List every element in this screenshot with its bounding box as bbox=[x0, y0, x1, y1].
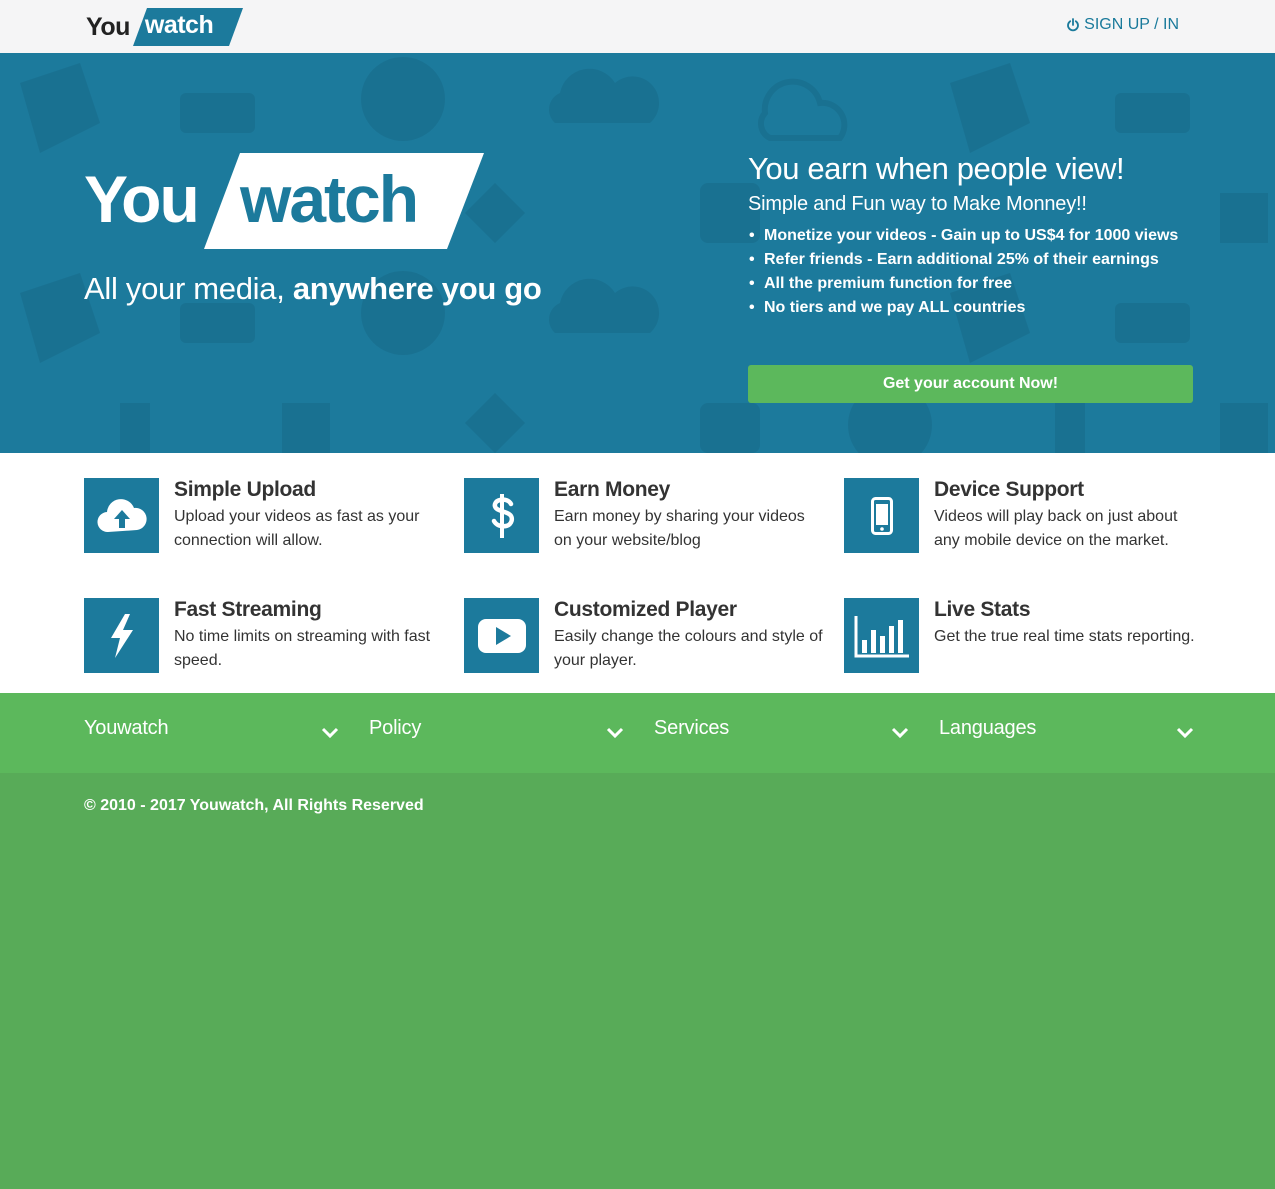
features-section: Simple Upload Upload your videos as fast… bbox=[0, 453, 1275, 693]
feature-description: No time limits on streaming with fast sp… bbox=[174, 628, 431, 669]
footer-section-label: Languages bbox=[939, 717, 1037, 739]
benefit-item: Refer friends - Earn additional 25% of t… bbox=[748, 248, 1198, 272]
feature-earn-money: Earn Money Earn money by sharing your vi… bbox=[464, 478, 824, 558]
footer-section-label: Policy bbox=[369, 717, 422, 739]
hero-logo-watch: watch bbox=[240, 162, 419, 236]
logo-you-text: You bbox=[86, 12, 130, 41]
lightning-icon bbox=[84, 598, 159, 673]
feature-description: Upload your videos as fast as your conne… bbox=[174, 508, 420, 549]
feature-fast-streaming: Fast Streaming No time limits on streami… bbox=[84, 598, 444, 678]
hero-logo: You watch bbox=[84, 153, 484, 251]
feature-title: Simple Upload bbox=[174, 478, 316, 501]
feature-description: Videos will play back on just about any … bbox=[934, 508, 1178, 549]
copyright-text: © 2010 - 2017 Youwatch, All Rights Reser… bbox=[84, 797, 424, 814]
dollar-icon bbox=[464, 478, 539, 553]
footer-bottom: © 2010 - 2017 Youwatch, All Rights Reser… bbox=[0, 773, 1275, 1189]
tagline-regular: All your media, bbox=[84, 271, 293, 306]
chevron-down-icon bbox=[606, 727, 624, 739]
mobile-icon bbox=[844, 478, 919, 553]
footer-nav: Youwatch Policy Services Languages bbox=[0, 693, 1275, 773]
logo-watch-badge: watch bbox=[132, 8, 243, 46]
cloud-upload-icon bbox=[84, 478, 159, 553]
feature-simple-upload: Simple Upload Upload your videos as fast… bbox=[84, 478, 444, 558]
tagline-bold: anywhere you go bbox=[292, 271, 542, 306]
feature-description: Get the true real time stats reporting. bbox=[934, 628, 1195, 645]
hero-pitch: You earn when people view! Simple and Fu… bbox=[748, 151, 1198, 320]
feature-customized-player: Customized Player Easily change the colo… bbox=[464, 598, 824, 678]
benefit-item: All the premium function for free bbox=[748, 272, 1198, 296]
logo-watch-text: watch bbox=[144, 11, 214, 39]
benefit-item: No tiers and we pay ALL countries bbox=[748, 296, 1198, 320]
feature-description: Easily change the colours and style of y… bbox=[554, 628, 823, 669]
footer-section-policy[interactable]: Policy bbox=[369, 717, 624, 749]
hero-subheadline: Simple and Fun way to Make Monney!! bbox=[748, 193, 1087, 215]
feature-title: Fast Streaming bbox=[174, 598, 322, 621]
feature-title: Live Stats bbox=[934, 598, 1031, 621]
benefit-item: Monetize your videos - Gain up to US$4 f… bbox=[748, 224, 1198, 248]
footer-section-label: Youwatch bbox=[84, 717, 169, 739]
benefit-list: Monetize your videos - Gain up to US$4 f… bbox=[748, 224, 1198, 320]
site-logo[interactable]: You watch bbox=[86, 7, 243, 47]
power-icon bbox=[1067, 18, 1080, 32]
footer-section-languages[interactable]: Languages bbox=[939, 717, 1194, 749]
chevron-down-icon bbox=[891, 727, 909, 739]
get-account-button[interactable]: Get your account Now! bbox=[748, 365, 1193, 403]
sign-up-in-link[interactable]: SIGN UP / IN bbox=[1066, 16, 1179, 34]
feature-device-support: Device Support Videos will play back on … bbox=[844, 478, 1204, 558]
hero-tagline: All your media, anywhere you go bbox=[84, 271, 542, 307]
bar-chart-icon bbox=[844, 598, 919, 673]
top-navbar: You watch SIGN UP / IN bbox=[0, 0, 1275, 53]
feature-title: Earn Money bbox=[554, 478, 671, 501]
feature-title: Device Support bbox=[934, 478, 1084, 501]
play-icon bbox=[464, 598, 539, 673]
feature-title: Customized Player bbox=[554, 598, 737, 621]
feature-description: Earn money by sharing your videos on you… bbox=[554, 508, 805, 549]
hero-logo-you: You bbox=[84, 162, 200, 236]
footer-section-label: Services bbox=[654, 717, 730, 739]
hero-section: You watch All your media, anywhere you g… bbox=[0, 53, 1275, 453]
sign-up-label: SIGN UP / IN bbox=[1084, 16, 1179, 33]
feature-live-stats: Live Stats Get the true real time stats … bbox=[844, 598, 1204, 678]
hero-headline: You earn when people view! bbox=[748, 151, 1125, 186]
chevron-down-icon bbox=[321, 727, 339, 739]
chevron-down-icon bbox=[1176, 727, 1194, 739]
footer-section-services[interactable]: Services bbox=[654, 717, 909, 749]
footer-section-youwatch[interactable]: Youwatch bbox=[84, 717, 339, 749]
